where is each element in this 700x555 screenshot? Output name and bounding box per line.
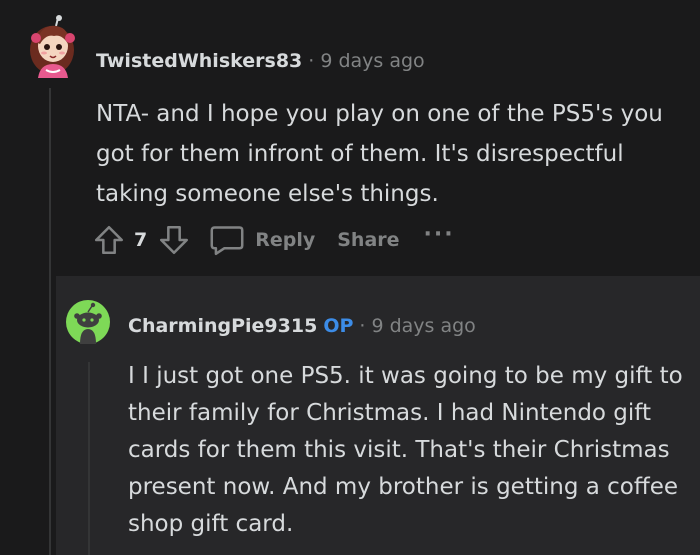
comment-meta: CharmingPie9315 OP · 9 days ago [128,313,476,339]
ellipsis-icon[interactable]: ··· [424,224,455,250]
reply-button[interactable]: Reply [209,223,315,257]
user-avatar[interactable] [66,300,110,344]
timestamp[interactable]: 9 days ago [320,50,424,72]
comment: TwistedWhiskers83 · 9 days ago NTA- and I … [0,0,700,275]
share-button[interactable]: Share [337,229,399,251]
reply-label: Reply [255,229,316,251]
comment-actions: 7 Reply Share ··· [92,220,455,260]
downvote-arrow-icon[interactable] [157,223,191,257]
meta-separator: · [308,50,315,72]
timestamp[interactable]: 9 days ago [371,315,475,337]
op-badge: OP [323,315,354,337]
username[interactable]: CharmingPie9315 [128,315,317,337]
user-avatar[interactable] [22,14,82,78]
thread-line[interactable] [88,362,90,555]
comment-body: NTA- and I hope you play on one of the P… [96,101,663,207]
comment-meta: TwistedWhiskers83 · 9 days ago [96,48,425,74]
speech-bubble-icon [209,223,245,257]
upvote-arrow-icon[interactable] [92,223,126,257]
comment-body: I I just got one PS5. it was going to be… [128,363,683,537]
meta-separator: · [359,315,366,337]
reply-comment: CharmingPie9315 OP · 9 days ago I I just go… [56,276,700,555]
username[interactable]: TwistedWhiskers83 [96,50,302,72]
vote-count: 7 [134,229,148,251]
